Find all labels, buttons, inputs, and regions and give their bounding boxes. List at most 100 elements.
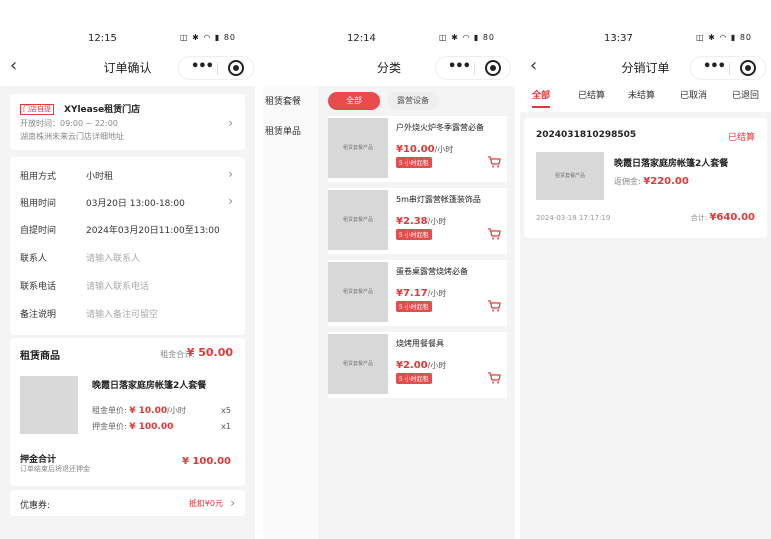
- order-card[interactable]: 2024031810298505 已结算 租赁套餐产品 晚霞日落家庭房帐篷2人套…: [524, 118, 767, 238]
- order-status-tabs: 全部 已结算 未结算 已取消 已退回: [520, 86, 771, 112]
- phone-input[interactable]: 请输入联系电话: [86, 279, 149, 292]
- min-rent-badge: 5 小时起租: [396, 229, 432, 240]
- status-bar: 12:14 ◫ ✱ ◠ ▮ 80: [263, 0, 515, 50]
- product-card[interactable]: 租赁套餐产品 户外烧火炉冬季露营必备 ¥10.00/小时 5 小时起租: [328, 116, 507, 182]
- sidebar-item-packages[interactable]: 租赁套餐: [265, 94, 301, 107]
- cart-icon[interactable]: [487, 156, 501, 168]
- status-time: 13:37: [604, 33, 633, 44]
- deposit-price-line: 押金单价: ¥ 100.00: [92, 421, 173, 432]
- form-label: 联系人: [20, 254, 48, 264]
- product-name: 晚霞日落家庭房帐篷2人套餐: [614, 159, 729, 169]
- product-card[interactable]: 租赁套餐产品 5m串灯露营帐篷装饰品 ¥2.38/小时 5 小时起租: [328, 188, 507, 254]
- nav-bar: ‹ 分销订单 •••: [520, 50, 771, 86]
- rent-price-unit: /小时: [167, 406, 186, 415]
- filter-chip-all[interactable]: 全部: [328, 92, 380, 110]
- cart-icon[interactable]: [487, 228, 501, 240]
- store-hours: 开放时间：09:00 ~ 22:00: [20, 119, 118, 128]
- order-form: 租用方式 小时租 › 租用时间 03月20日 13:00-18:00 › 自提时…: [10, 157, 245, 335]
- product-image: 租赁套餐产品: [328, 334, 388, 394]
- nav-bar: 分类 •••: [263, 50, 515, 86]
- rent-mode-row[interactable]: 租用方式 小时租 ›: [20, 161, 235, 187]
- filter-chip-camping[interactable]: 露营设备: [388, 92, 438, 110]
- form-label: 备注说明: [20, 310, 57, 320]
- price-value: ¥10.00: [396, 144, 435, 155]
- more-icon[interactable]: •••: [703, 59, 726, 74]
- close-miniapp-icon[interactable]: [228, 60, 244, 76]
- price-unit: /小时: [427, 361, 447, 370]
- phone-row[interactable]: 联系电话 请输入联系电话: [20, 271, 235, 297]
- contact-input[interactable]: 请输入联系人: [86, 251, 140, 264]
- deposit-total-note: 订单结束后将退还押金: [20, 465, 90, 473]
- category-screen: 12:14 ◫ ✱ ◠ ▮ 80 分类 ••• 租赁套餐 租赁单品 全部 露营设…: [263, 0, 515, 539]
- rental-goods-card: 租赁商品 租金合计: ¥ 50.00 晚霞日落家庭房帐篷2人套餐 租金单价: ¥…: [10, 338, 245, 486]
- contact-row[interactable]: 联系人 请输入联系人: [20, 243, 235, 269]
- coupon-value: 抵扣¥0元: [188, 499, 223, 508]
- deposit-price-value: ¥ 100.00: [129, 422, 174, 432]
- order-number: 2024031810298505: [536, 130, 637, 140]
- more-icon[interactable]: •••: [448, 59, 471, 74]
- form-label: 联系电话: [20, 282, 57, 292]
- product-card[interactable]: 租赁套餐产品 烧烤用餐餐具 ¥2.00/小时 5 小时起租: [328, 332, 507, 398]
- miniapp-capsule[interactable]: •••: [690, 56, 766, 80]
- coupon-label: 优惠券:: [20, 501, 51, 511]
- tab-settled[interactable]: 已结算: [578, 88, 605, 101]
- deposit-price-label: 押金单价:: [92, 422, 130, 431]
- price-unit: /小时: [427, 289, 447, 298]
- rent-qty: x5: [221, 406, 231, 415]
- tab-cancelled[interactable]: 已取消: [680, 88, 707, 101]
- remark-row[interactable]: 备注说明 请输入备注可留空: [20, 299, 235, 325]
- rent-time-row[interactable]: 租用时间 03月20日 13:00-18:00 ›: [20, 188, 235, 214]
- active-tab-indicator: [532, 106, 550, 108]
- total-label: 合计:: [690, 214, 710, 222]
- miniapp-capsule[interactable]: •••: [435, 56, 511, 80]
- status-bar: 12:15 ◫ ✱ ◠ ▮ 80: [0, 0, 255, 50]
- status-icons: ◫ ✱ ◠ ▮ 80: [180, 33, 236, 42]
- product-price: ¥7.17/小时: [396, 288, 446, 299]
- product-image: 租赁套餐产品: [328, 190, 388, 250]
- min-rent-badge: 5 小时起租: [396, 301, 432, 312]
- status-icons: ◫ ✱ ◠ ▮ 80: [696, 33, 752, 42]
- cart-icon[interactable]: [487, 372, 501, 384]
- remark-input[interactable]: 请输入备注可留空: [86, 307, 158, 320]
- min-rent-badge: 5 小时起租: [396, 157, 432, 168]
- coupon-row[interactable]: 优惠券: 抵扣¥0元 ›: [10, 490, 245, 516]
- more-icon[interactable]: •••: [191, 59, 214, 74]
- deposit-qty: x1: [221, 422, 231, 431]
- rent-price-label: 租金单价:: [92, 406, 130, 415]
- chevron-right-icon: ›: [228, 167, 233, 181]
- cart-icon[interactable]: [487, 300, 501, 312]
- product-name: 户外烧火炉冬季露营必备: [396, 123, 484, 132]
- rent-mode-value: 小时租: [86, 172, 114, 182]
- form-label: 租用方式: [20, 172, 57, 182]
- miniapp-capsule[interactable]: •••: [178, 56, 254, 80]
- capsule-divider: [217, 63, 218, 75]
- distribution-orders-screen: 13:37 ◫ ✱ ◠ ▮ 80 ‹ 分销订单 ••• 全部 已结算 未结算 已…: [520, 0, 771, 539]
- tab-returned[interactable]: 已退回: [732, 88, 759, 101]
- product-image: 租赁套餐产品: [328, 262, 388, 322]
- close-miniapp-icon[interactable]: [740, 60, 756, 76]
- order-time: 2024-03-18 17:17:19: [536, 214, 611, 222]
- product-name: 烧烤用餐餐具: [396, 339, 444, 348]
- rent-price-line: 租金单价: ¥ 10.00/小时: [92, 405, 186, 416]
- goods-section-title: 租赁商品: [20, 351, 60, 362]
- product-image: 租赁套餐产品: [328, 118, 388, 178]
- tab-unsettled[interactable]: 未结算: [628, 88, 655, 101]
- status-icons: ◫ ✱ ◠ ▮ 80: [439, 33, 495, 42]
- order-confirm-screen: 12:15 ◫ ✱ ◠ ▮ 80 ‹ 订单确认 ••• 门店自提 XYlease…: [0, 0, 255, 539]
- order-status: 已结算: [727, 133, 755, 143]
- chevron-right-icon: ›: [228, 116, 233, 130]
- commission-label: 返佣金:: [614, 177, 644, 186]
- product-card[interactable]: 租赁套餐产品 蛋卷桌露营烧烤必备 ¥7.17/小时 5 小时起租: [328, 260, 507, 326]
- pickup-time-row: 自提时间 2024年03月20日11:00至13:00: [20, 215, 235, 241]
- close-miniapp-icon[interactable]: [485, 60, 501, 76]
- tab-all[interactable]: 全部: [532, 88, 550, 101]
- order-total: 合计: ¥640.00: [691, 212, 755, 223]
- pickup-time-value: 2024年03月20日11:00至13:00: [86, 226, 220, 236]
- store-card[interactable]: 门店自提 XYlease租赁门店 开放时间：09:00 ~ 22:00 湖南株洲…: [10, 94, 245, 150]
- commission: 返佣金: ¥220.00: [614, 176, 689, 187]
- capsule-divider: [474, 63, 475, 75]
- status-time: 12:14: [347, 33, 376, 44]
- price-value: ¥2.38: [396, 216, 428, 227]
- price-unit: /小时: [434, 145, 454, 154]
- sidebar-item-singles[interactable]: 租赁单品: [265, 124, 301, 137]
